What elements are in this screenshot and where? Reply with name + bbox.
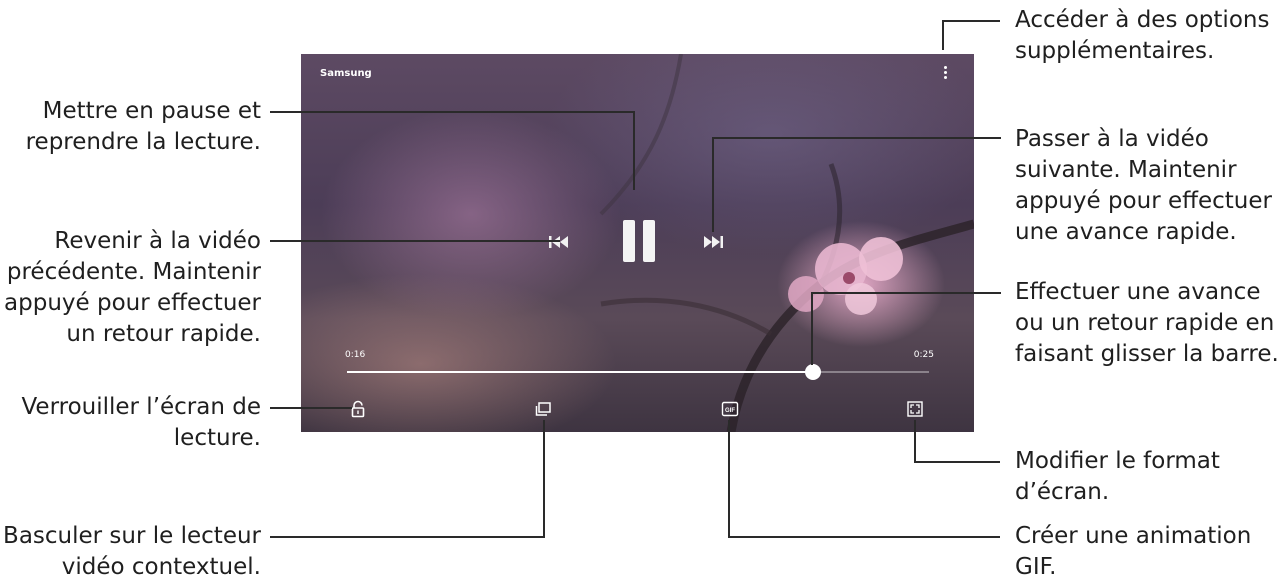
annotation-screen-ratio: Modifier le format d’écran. (1015, 448, 1220, 505)
annotation-more-options: Accéder à des options supplémentaires. (1015, 7, 1270, 64)
annotation-next-video: Passer à la vidéo suivante. Maintenir ap… (1015, 126, 1272, 245)
annotation-pause-resume: Mettre en pause et reprendre la lecture. (25, 98, 261, 155)
annotation-gif-animation: Créer une animation GIF. (1015, 523, 1252, 580)
annotation-previous-video: Revenir à la vidéo précédente. Maintenir… (4, 228, 261, 347)
annotation-lock-screen: Verrouiller l’écran de lecture. (21, 394, 261, 451)
annotation-popup-player: Basculer sur le lecteur vidéo contextuel… (3, 523, 261, 580)
annotation-seek-bar: Effectuer une avance ou un retour rapide… (1015, 279, 1279, 367)
